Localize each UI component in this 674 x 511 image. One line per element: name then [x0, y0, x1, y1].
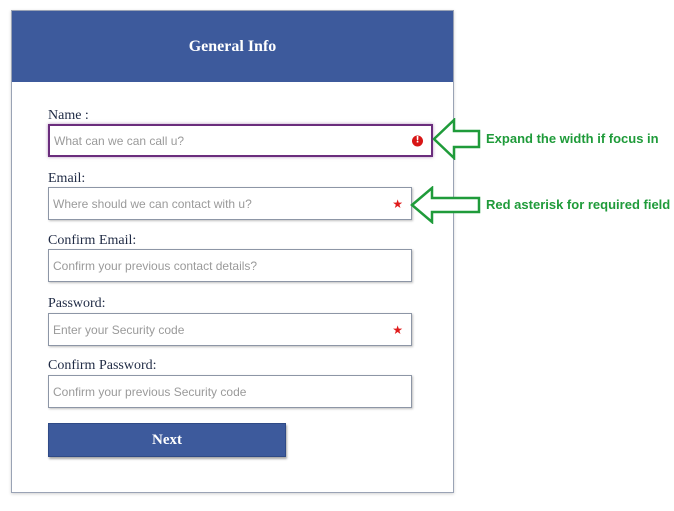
- name-field[interactable]: !: [48, 124, 433, 157]
- required-annotation: Red asterisk for required field: [486, 197, 671, 212]
- confirm-password-field[interactable]: [48, 375, 412, 408]
- password-label: Password:: [48, 296, 106, 311]
- confirm-email-input[interactable]: [49, 250, 411, 281]
- focus-annotation: Expand the width if focus in: [486, 131, 659, 146]
- password-input[interactable]: [49, 314, 411, 345]
- annotation-arrow-icon: [410, 186, 481, 224]
- form-title: General Info: [188, 37, 277, 55]
- required-asterisk-icon: ★: [392, 322, 403, 337]
- form-header: General Info: [12, 11, 453, 82]
- confirm-password-input[interactable]: [49, 376, 411, 407]
- name-input[interactable]: [50, 126, 431, 155]
- email-input[interactable]: [49, 188, 411, 219]
- password-field[interactable]: ★: [48, 313, 412, 346]
- name-label: Name :: [48, 108, 89, 123]
- error-icon: !: [412, 135, 423, 146]
- required-asterisk-icon: ★: [392, 196, 403, 211]
- confirm-email-field[interactable]: [48, 249, 412, 282]
- email-label: Email:: [48, 171, 86, 186]
- email-field[interactable]: ★: [48, 187, 412, 220]
- confirm-password-label: Confirm Password:: [48, 358, 157, 373]
- next-button[interactable]: Next: [48, 423, 286, 457]
- stage: General Info Name : ! Email: ★ Confirm E…: [0, 0, 674, 511]
- annotation-arrow-icon: [432, 118, 481, 160]
- general-info-form: General Info Name : ! Email: ★ Confirm E…: [11, 10, 454, 493]
- confirm-email-label: Confirm Email:: [48, 233, 137, 248]
